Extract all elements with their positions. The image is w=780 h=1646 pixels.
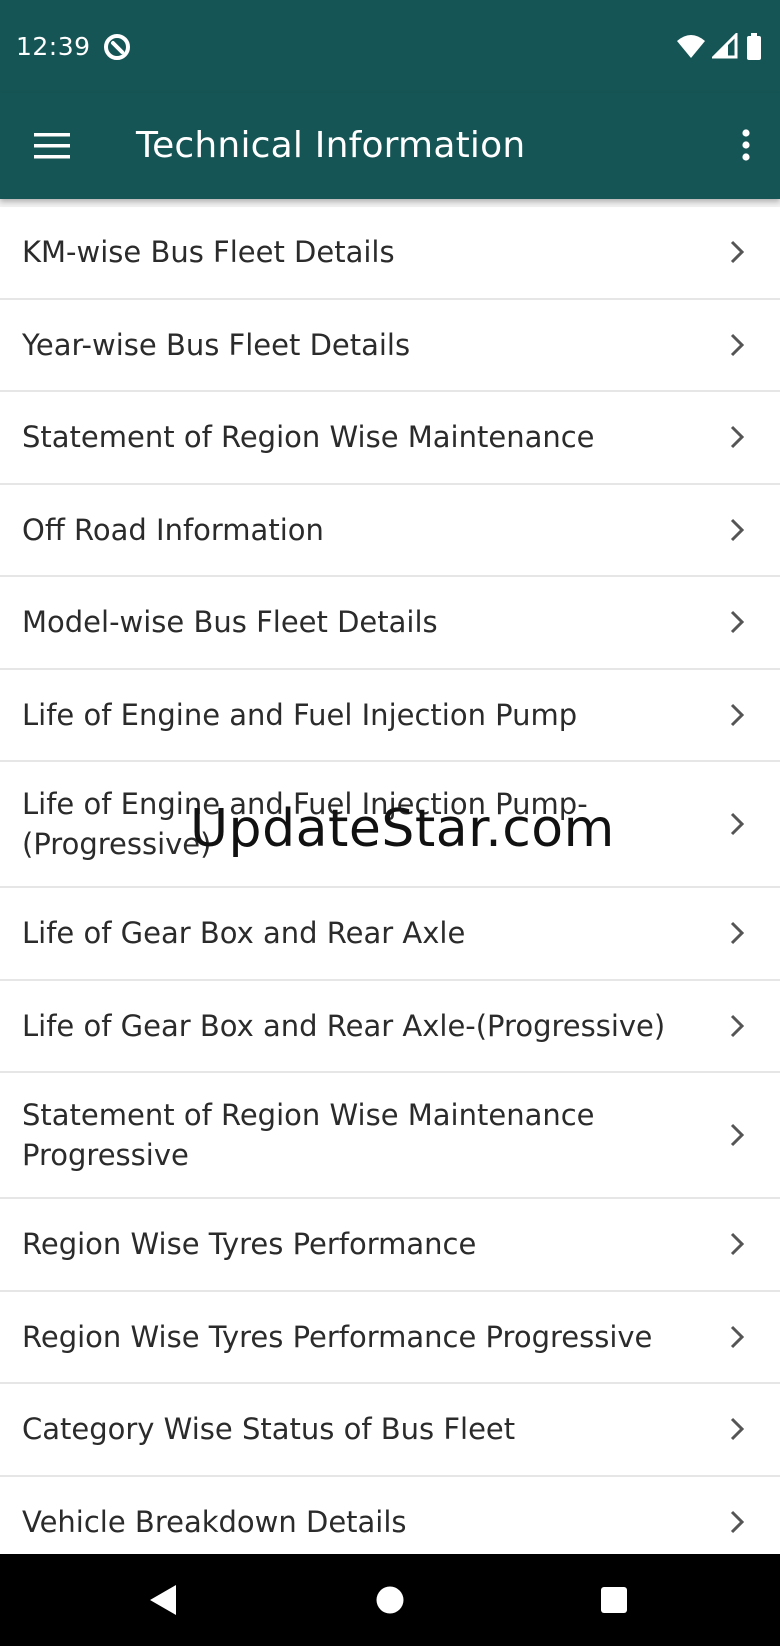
- nav-back-icon[interactable]: [148, 1583, 178, 1617]
- chevron-right-icon: [730, 1014, 744, 1037]
- list-item-km-wise-bus-fleet-details[interactable]: KM-wise Bus Fleet Details: [0, 207, 780, 300]
- list-item-label: Model-wise Bus Fleet Details: [22, 605, 438, 640]
- chevron-right-icon: [730, 426, 744, 449]
- list-item-vehicle-breakdown-details[interactable]: Vehicle Breakdown Details: [0, 1477, 780, 1555]
- app-notification-icon: [102, 32, 132, 62]
- nav-home-icon[interactable]: [375, 1585, 405, 1615]
- list-item-label: Statement of Region Wise Maintenance: [22, 420, 595, 455]
- nav-recents-icon[interactable]: [600, 1586, 628, 1614]
- list-item-label: KM-wise Bus Fleet Details: [22, 235, 395, 270]
- chevron-right-icon: [730, 1418, 744, 1441]
- list-item-life-of-gear-box-rear-axle-progressive[interactable]: Life of Gear Box and Rear Axle-(Progress…: [0, 981, 780, 1073]
- list-top-divider: [0, 199, 780, 207]
- chevron-right-icon: [730, 703, 744, 726]
- list-item-label: Life of Gear Box and Rear Axle-(Progress…: [22, 1008, 666, 1043]
- technical-info-list: KM-wise Bus Fleet Details Year-wise Bus …: [0, 207, 780, 1554]
- app-bar: Technical Information: [0, 93, 780, 199]
- page-title: Technical Information: [136, 125, 526, 166]
- list-item-label: Off Road Information: [22, 512, 324, 547]
- list-item-region-wise-tyres-performance-progressive[interactable]: Region Wise Tyres Performance Progressiv…: [0, 1292, 780, 1384]
- list-item-life-of-engine-fuel-injection-pump-progressive[interactable]: Life of Engine and Fuel Injection Pump- …: [0, 762, 780, 888]
- hamburger-menu-icon[interactable]: [34, 131, 72, 161]
- battery-icon: [747, 33, 761, 60]
- list-item-label: Category Wise Status of Bus Fleet: [22, 1412, 516, 1447]
- list-item-life-of-engine-fuel-injection-pump[interactable]: Life of Engine and Fuel Injection Pump: [0, 670, 780, 762]
- chevron-right-icon: [730, 922, 744, 945]
- list-item-label: Life of Engine and Fuel Injection Pump: [22, 697, 578, 732]
- list-item-life-of-gear-box-rear-axle[interactable]: Life of Gear Box and Rear Axle: [0, 888, 780, 981]
- list-item-label: Statement of Region Wise Maintenance Pro…: [22, 1098, 595, 1172]
- status-bar: 12:39: [0, 0, 780, 93]
- system-nav-bar: [0, 1554, 780, 1646]
- chevron-right-icon: [730, 1123, 744, 1147]
- more-vert-icon[interactable]: [736, 125, 756, 165]
- list-item-label: Life of Gear Box and Rear Axle: [22, 916, 466, 951]
- chevron-right-icon: [730, 611, 744, 634]
- list-item-label: Life of Engine and Fuel Injection Pump- …: [22, 787, 588, 861]
- wifi-icon: [677, 35, 705, 58]
- list-item-model-wise-bus-fleet-details[interactable]: Model-wise Bus Fleet Details: [0, 577, 780, 670]
- list-item-statement-region-wise-maintenance[interactable]: Statement of Region Wise Maintenance: [0, 392, 780, 485]
- chevron-right-icon: [730, 1510, 744, 1533]
- list-item-label: Vehicle Breakdown Details: [22, 1504, 407, 1539]
- chevron-right-icon: [730, 1233, 744, 1256]
- list-item-label: Region Wise Tyres Performance Progressiv…: [22, 1319, 653, 1354]
- list-item-region-wise-tyres-performance[interactable]: Region Wise Tyres Performance: [0, 1199, 780, 1292]
- chevron-right-icon: [730, 812, 744, 836]
- status-time: 12:39: [16, 32, 91, 61]
- status-icons: [676, 33, 766, 60]
- list-item-year-wise-bus-fleet-details[interactable]: Year-wise Bus Fleet Details: [0, 300, 780, 392]
- chevron-right-icon: [730, 518, 744, 541]
- list-item-statement-region-wise-maintenance-progressive[interactable]: Statement of Region Wise Maintenance Pro…: [0, 1073, 780, 1199]
- list-item-category-wise-status-bus-fleet[interactable]: Category Wise Status of Bus Fleet: [0, 1384, 780, 1477]
- chevron-right-icon: [730, 241, 744, 264]
- list-item-label: Region Wise Tyres Performance: [22, 1227, 477, 1262]
- cell-signal-icon: [712, 33, 738, 59]
- chevron-right-icon: [730, 1325, 744, 1348]
- chevron-right-icon: [730, 333, 744, 356]
- list-item-off-road-information[interactable]: Off Road Information: [0, 485, 780, 577]
- list-item-label: Year-wise Bus Fleet Details: [22, 327, 411, 362]
